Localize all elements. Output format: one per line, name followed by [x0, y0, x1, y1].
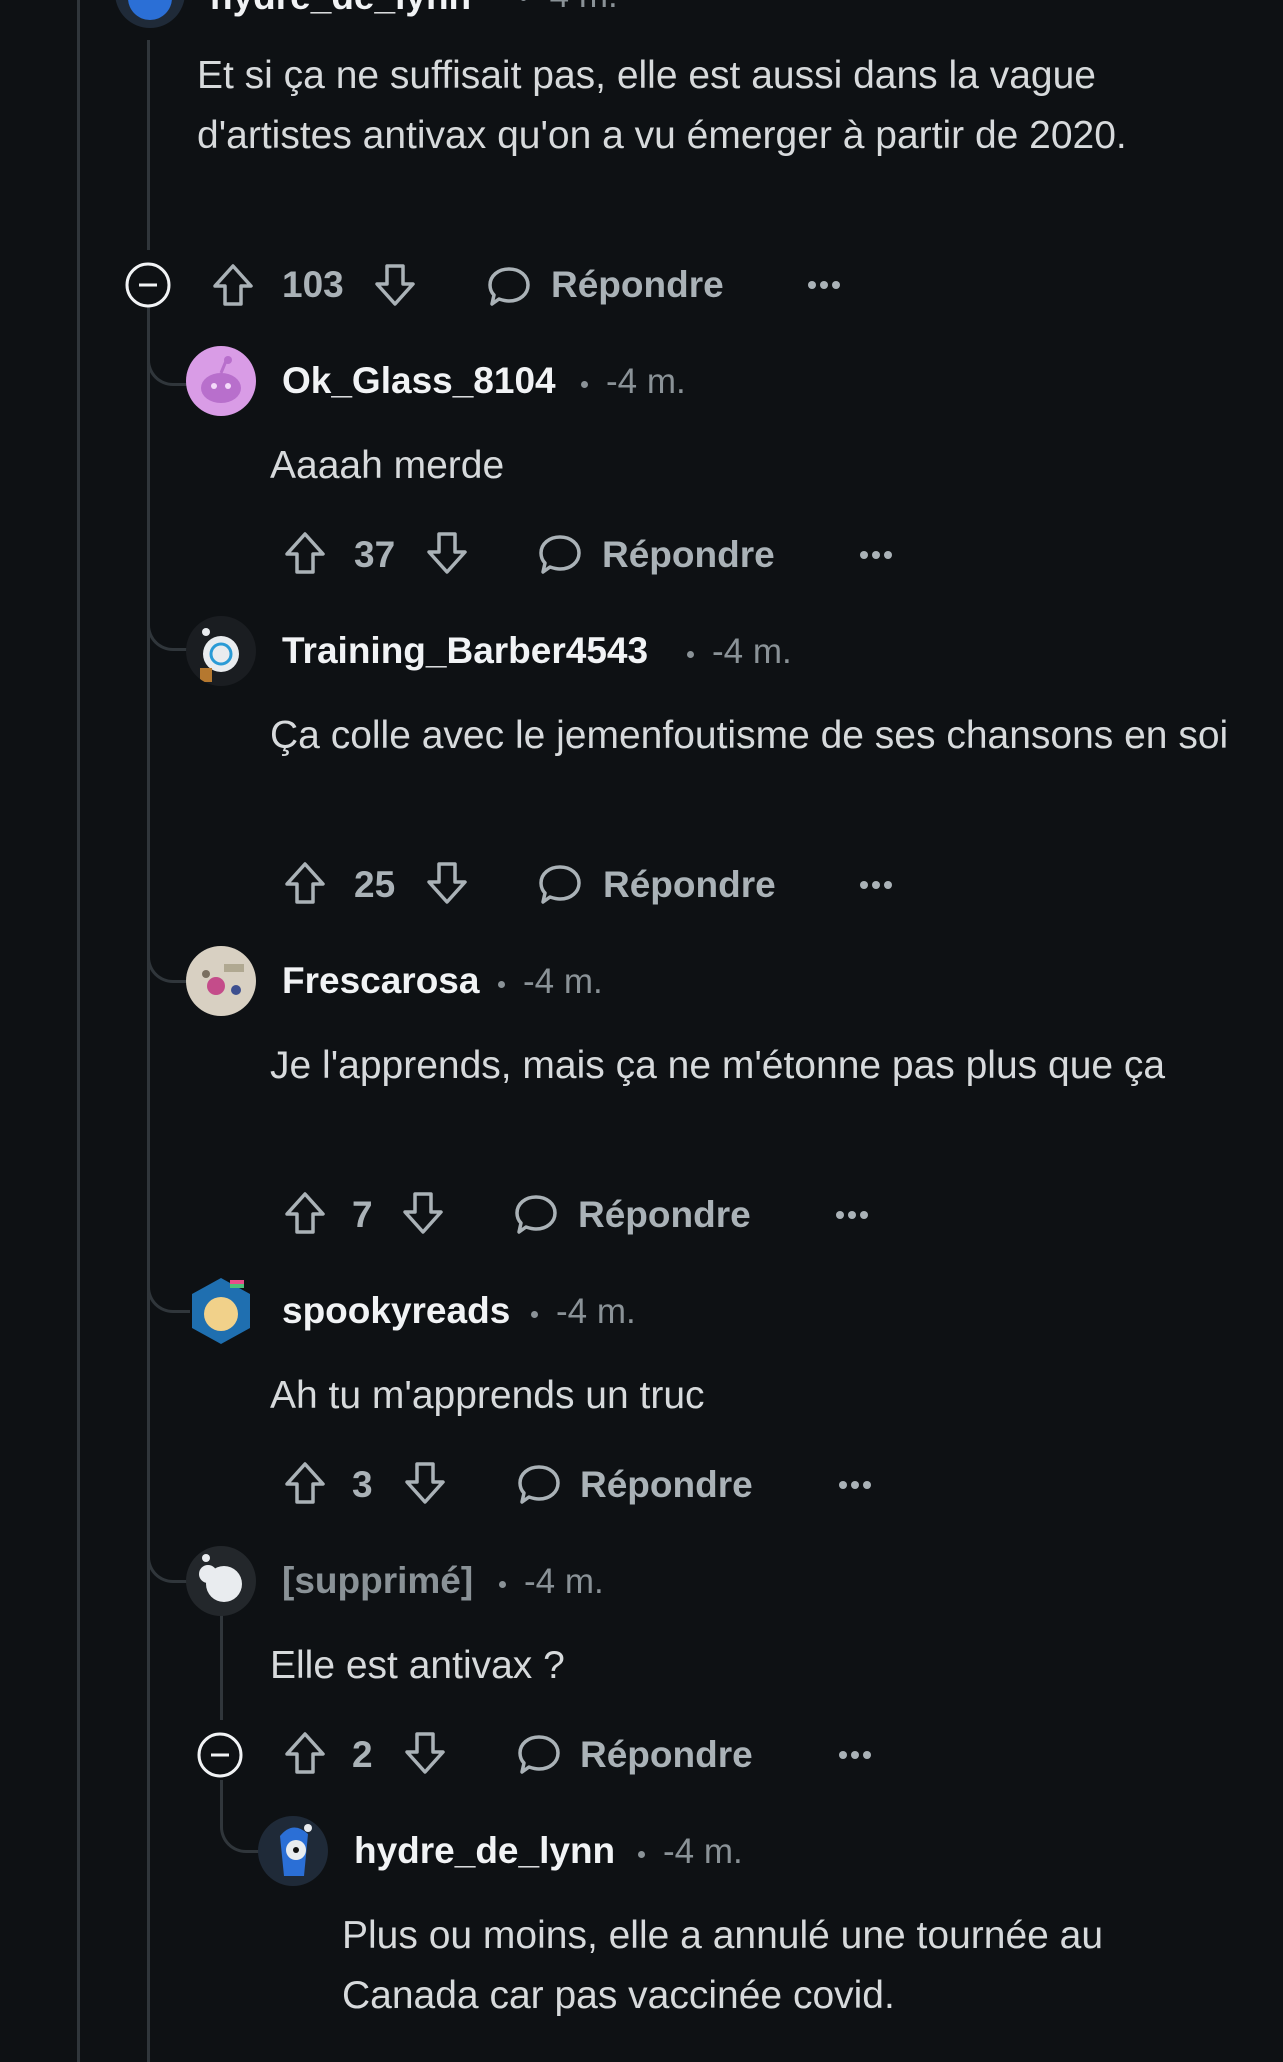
more-options-icon[interactable] — [858, 879, 894, 891]
reply-body: Ah tu m'apprends un truc — [270, 1374, 705, 1417]
top-comment-username[interactable]: hydre_de_lynn — [210, 0, 471, 18]
avatar[interactable] — [186, 1276, 256, 1346]
more-options-icon[interactable] — [837, 1749, 873, 1761]
reply-icon[interactable] — [537, 862, 583, 906]
avatar[interactable] — [186, 616, 256, 686]
reply-icon[interactable] — [516, 1732, 562, 1776]
downvote-icon[interactable] — [372, 262, 418, 308]
reply-button[interactable]: Répondre — [603, 864, 776, 906]
upvote-icon[interactable] — [210, 262, 256, 308]
separator-dot — [499, 1581, 506, 1588]
thread-line — [77, 0, 80, 2062]
thread-elbow — [147, 1240, 190, 1313]
separator-dot — [531, 1311, 538, 1318]
more-options-icon[interactable] — [834, 1209, 870, 1221]
reply-time: -4 m. — [524, 1562, 604, 1601]
reply-body: Ça colle avec le jemenfoutisme de ses ch… — [270, 714, 1229, 757]
thread-line — [147, 305, 150, 2062]
reply-icon[interactable] — [486, 264, 532, 308]
reply-time: -4 m. — [606, 362, 686, 401]
reply-username: [supprimé] — [282, 1560, 474, 1601]
more-options-icon[interactable] — [806, 279, 842, 291]
reply-username[interactable]: Training_Barber4543 — [282, 630, 648, 672]
vote-count: 2 — [352, 1734, 373, 1775]
reply-body: Elle est antivax ? — [270, 1644, 565, 1687]
avatar[interactable] — [186, 1546, 256, 1616]
reply-button[interactable]: Répondre — [551, 264, 724, 306]
reply-icon[interactable] — [516, 1462, 562, 1506]
thread-elbow — [220, 1780, 261, 1853]
avatar[interactable] — [115, 0, 185, 28]
reply-username[interactable]: Ok_Glass_8104 — [282, 360, 556, 402]
downvote-icon[interactable] — [402, 1460, 448, 1506]
vote-count: 3 — [352, 1464, 373, 1505]
top-comment-time: -4 m. — [538, 0, 618, 16]
more-options-icon[interactable] — [858, 549, 894, 561]
reply-username[interactable]: Frescarosa — [282, 960, 479, 1002]
thread-elbow — [147, 580, 190, 651]
avatar[interactable] — [186, 946, 256, 1016]
vote-count: 103 — [282, 264, 344, 305]
downvote-icon[interactable] — [424, 860, 470, 906]
reply-time: -4 m. — [712, 632, 792, 671]
thread-line — [220, 1610, 223, 1720]
reply-button[interactable]: Répondre — [580, 1734, 753, 1776]
separator-dot — [638, 1851, 645, 1858]
downvote-icon[interactable] — [424, 530, 470, 576]
downvote-icon[interactable] — [402, 1730, 448, 1776]
vote-count: 37 — [354, 534, 396, 575]
thread-elbow — [147, 910, 190, 983]
more-options-icon[interactable] — [837, 1479, 873, 1491]
downvote-icon[interactable] — [400, 1190, 446, 1236]
vote-count: 7 — [352, 1194, 373, 1235]
separator-dot — [520, 0, 527, 1]
reply-button[interactable]: Répondre — [580, 1464, 753, 1506]
reply-time: -4 m. — [523, 962, 603, 1001]
upvote-icon[interactable] — [282, 530, 328, 576]
avatar[interactable] — [186, 346, 256, 416]
collapse-thread-icon[interactable] — [124, 261, 172, 309]
upvote-icon[interactable] — [282, 1730, 328, 1776]
upvote-icon[interactable] — [282, 1190, 328, 1236]
reply-time: -4 m. — [556, 1292, 636, 1331]
collapse-thread-icon[interactable] — [196, 1731, 244, 1779]
upvote-icon[interactable] — [282, 1460, 328, 1506]
reply-button[interactable]: Répondre — [578, 1194, 751, 1236]
separator-dot — [581, 381, 588, 388]
reply-icon[interactable] — [513, 1192, 559, 1236]
nested-reply-time: -4 m. — [663, 1832, 743, 1871]
top-comment-body: Et si ça ne suffisait pas, elle est auss… — [197, 54, 1127, 157]
reply-body: Aaaah merde — [270, 444, 505, 487]
reply-button[interactable]: Répondre — [602, 534, 775, 576]
thread-elbow — [147, 1510, 190, 1583]
vote-count: 25 — [354, 864, 396, 905]
nested-reply-username[interactable]: hydre_de_lynn — [354, 1830, 615, 1872]
nested-reply-body: Plus ou moins, elle a annulé une tournée… — [342, 1914, 1104, 2017]
thread-elbow — [147, 318, 190, 386]
reply-username[interactable]: spookyreads — [282, 1290, 510, 1332]
reply-body: Je l'apprends, mais ça ne m'étonne pas p… — [270, 1044, 1166, 1087]
separator-dot — [687, 651, 694, 658]
avatar[interactable] — [258, 1816, 328, 1886]
reply-icon[interactable] — [537, 532, 583, 576]
upvote-icon[interactable] — [282, 860, 328, 906]
separator-dot — [498, 981, 505, 988]
thread-line — [147, 40, 150, 250]
